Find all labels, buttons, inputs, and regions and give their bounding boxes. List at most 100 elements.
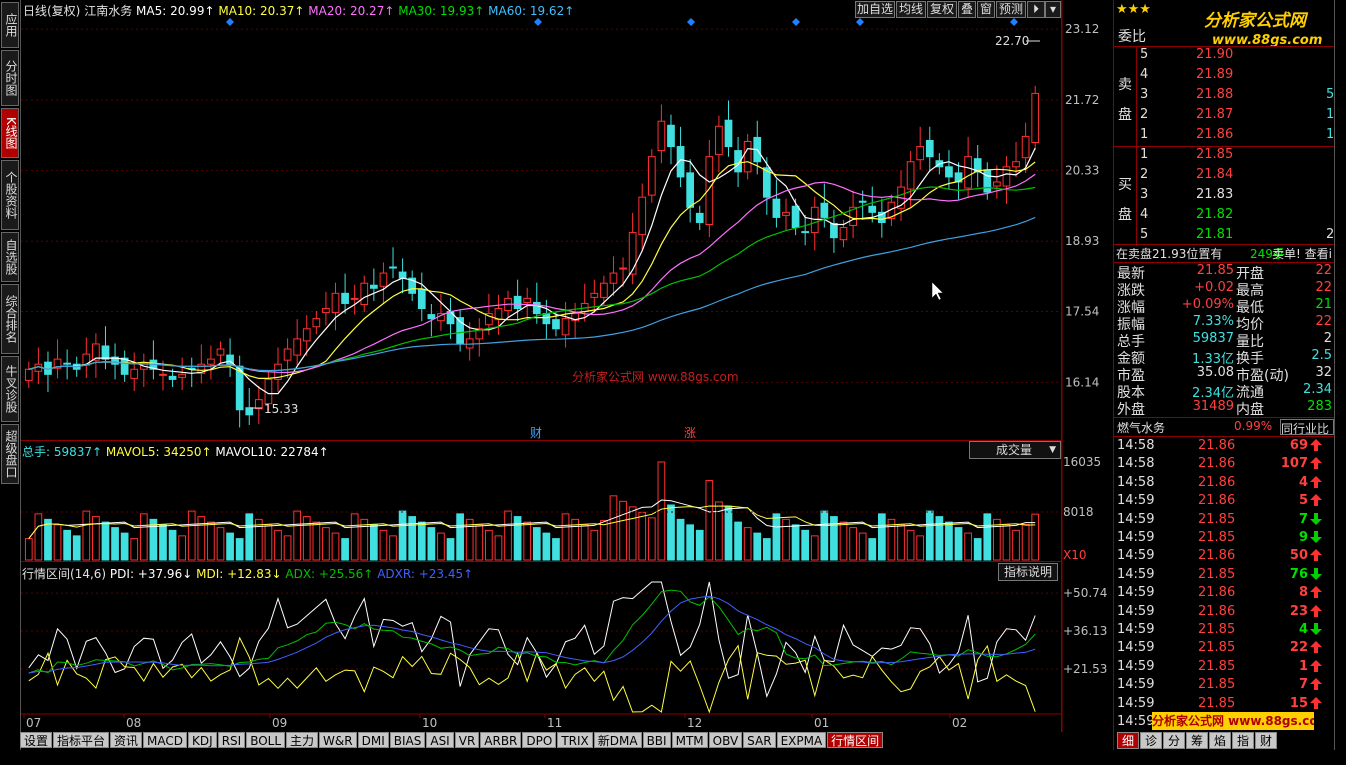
indicator-tab[interactable]: 指标平台 [53, 732, 110, 748]
indicator-tab[interactable]: VR [454, 732, 480, 748]
tick-volume: 23 [1289, 603, 1308, 619]
indicator-tab[interactable]: RSI [217, 732, 246, 748]
tick-volume: 7 [1298, 511, 1308, 527]
quote-tab[interactable]: 财 [1255, 732, 1277, 749]
order-level: 2 [1140, 167, 1149, 182]
indicator-tab[interactable]: SAR [743, 732, 776, 748]
indicator-tab[interactable]: TRIX [557, 732, 593, 748]
volume-bar [542, 532, 551, 561]
volume-bar [772, 513, 781, 561]
candle-body [1021, 135, 1030, 159]
volume-bar [408, 516, 417, 561]
stat-value: 32 [1315, 365, 1332, 380]
divider [1136, 46, 1137, 146]
indicator-tab[interactable]: MTM [671, 732, 708, 748]
indicator-tab[interactable]: 主力 [286, 732, 319, 748]
order-level: 5 [1140, 227, 1149, 242]
ma60-line [28, 216, 1036, 372]
volume-bar [417, 521, 426, 561]
stat-value: 31489 [1192, 399, 1234, 414]
volume-bar [312, 521, 321, 561]
volume-bar [207, 521, 215, 561]
indicator-axis-label: +50.74 [1063, 586, 1107, 600]
volume-bar [24, 538, 33, 561]
tick-price: 21.86 [1198, 585, 1236, 601]
tick-time: 14:59 [1117, 603, 1155, 619]
candle-body [925, 139, 934, 158]
buy-side-label: 买盘 [1118, 177, 1132, 223]
volume-bar [810, 535, 819, 561]
volume-bar [906, 529, 915, 561]
indicator-tab[interactable]: KDJ [188, 732, 217, 748]
volume-bar [523, 521, 532, 561]
volume-bar [369, 524, 378, 561]
candle-body [983, 169, 992, 193]
indicator-tab[interactable]: ASI [426, 732, 454, 748]
big-order-link[interactable]: 卖单! 查看i [1272, 245, 1334, 262]
big-order-notice[interactable]: 在卖盘21.93位置有 [1116, 245, 1222, 262]
volume-bar [561, 513, 570, 561]
order-price: 21.87 [1196, 107, 1234, 122]
indicator-tab[interactable]: DMI [357, 732, 389, 748]
order-price: 21.86 [1196, 127, 1234, 142]
volume-bar [379, 529, 388, 561]
indicator-tab[interactable]: BOLL [246, 732, 286, 748]
indicator-tab[interactable]: EXPMA [776, 732, 827, 748]
quote-tab[interactable]: 指 [1232, 732, 1254, 749]
indicator-tab[interactable]: 新DMA [593, 732, 642, 748]
candle-body [772, 198, 781, 218]
candle-body [130, 368, 139, 379]
candle-body [916, 146, 925, 161]
candle-body [207, 358, 215, 365]
quote-tab[interactable]: 细 [1117, 732, 1139, 749]
candle-body [417, 288, 426, 310]
indicator-tab[interactable]: ARBR [480, 732, 522, 748]
month-label: 12 [687, 716, 702, 730]
quote-tab[interactable]: 诊 [1140, 732, 1162, 749]
volume-bar [782, 518, 790, 561]
indicator-tab[interactable]: 设置 [20, 732, 53, 748]
kline-chart[interactable]: 23.12 21.72 20.33 18.93 17.54 16.14 22.70 15.33… [0, 0, 1115, 732]
volume-bar [178, 535, 187, 561]
tick-price: 21.86 [1198, 474, 1236, 490]
tick-volume: 4 [1298, 622, 1308, 637]
arrow-down-icon [1310, 512, 1322, 525]
candle-body [820, 202, 829, 218]
candle-body [302, 328, 311, 342]
quote-tab[interactable]: 分 [1163, 732, 1185, 749]
indicator-tab[interactable]: MACD [143, 732, 188, 748]
candle-body [993, 181, 1001, 187]
volume-bar [168, 529, 177, 561]
volume-bar [34, 513, 43, 561]
sector-name[interactable]: 燃气水务 [1117, 419, 1165, 436]
volume-bar [139, 513, 148, 561]
indicator-tab[interactable]: OBV [708, 732, 743, 748]
volume-bar [427, 527, 436, 561]
volume-bar [657, 461, 666, 561]
volume-bar [897, 524, 905, 561]
order-level: 1 [1140, 127, 1149, 142]
candle-body [686, 172, 695, 208]
month-label: 10 [422, 716, 437, 730]
candle-body [791, 205, 800, 229]
volume-bar [264, 524, 273, 561]
candle-body [312, 318, 321, 328]
indicator-axis-label: +36.13 [1063, 624, 1107, 638]
volume-bar [1012, 529, 1020, 561]
compare-industry-button[interactable]: 同行业比 [1280, 419, 1334, 435]
indicator-tab[interactable]: BBI [642, 732, 671, 748]
candle-body [647, 156, 656, 196]
indicator-tab[interactable]: DPO [522, 732, 557, 748]
indicator-tab[interactable]: W&R [319, 732, 357, 748]
volume-bar [801, 529, 810, 561]
volume-bar [245, 513, 254, 561]
tick-price: 21.86 [1198, 603, 1236, 619]
tick-time: 14:59 [1117, 493, 1155, 509]
scrollbar[interactable] [1334, 0, 1346, 750]
quote-tab[interactable]: 筹 [1186, 732, 1208, 749]
ma5-line [28, 147, 1036, 395]
indicator-tab[interactable]: 资讯 [110, 732, 143, 748]
indicator-tab[interactable]: 行情区间 [827, 732, 884, 748]
quote-tab[interactable]: 焰 [1209, 732, 1231, 749]
indicator-tab[interactable]: BIAS [389, 732, 426, 748]
